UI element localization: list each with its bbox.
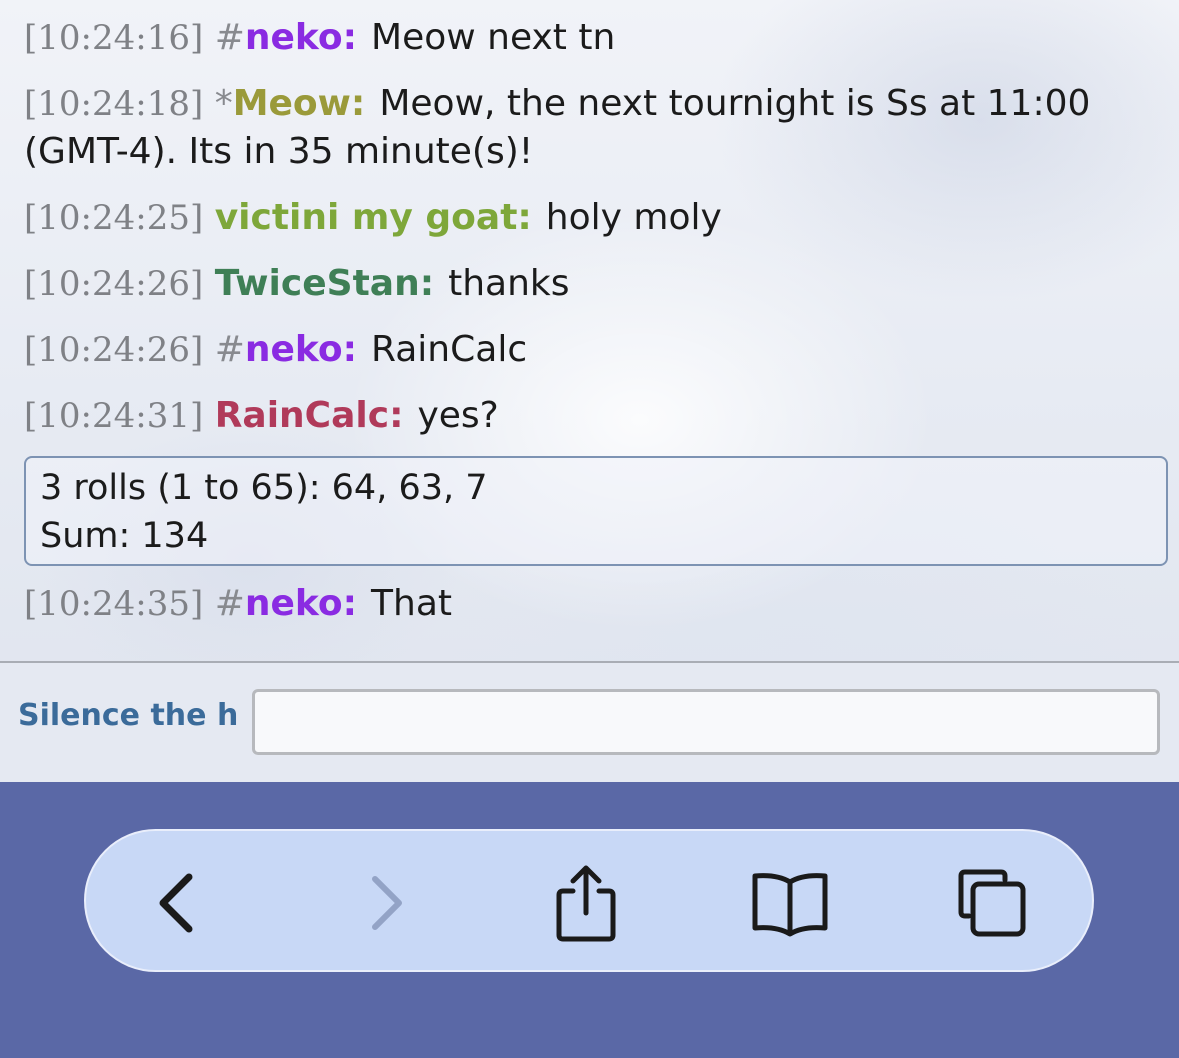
bookmarks-button[interactable] xyxy=(748,861,832,945)
chat-message: [10:24:26] #neko: RainCalc xyxy=(24,326,1156,374)
share-button[interactable] xyxy=(544,861,628,945)
dice-roll-result-box: 3 rolls (1 to 65): 64, 63, 7 Sum: 134 xyxy=(24,456,1168,566)
user-rank-symbol: # xyxy=(214,329,245,370)
roll-sum-line: Sum: 134 xyxy=(40,516,209,556)
message-username[interactable]: victini my goat: xyxy=(215,197,532,238)
chevron-right-icon xyxy=(372,876,402,930)
message-username[interactable]: neko: xyxy=(245,17,357,58)
message-text: That xyxy=(371,583,452,624)
message-username[interactable]: neko: xyxy=(245,583,357,624)
message-text: Meow next tn xyxy=(371,17,616,58)
message-text: thanks xyxy=(448,263,570,304)
message-text: holy moly xyxy=(545,197,722,238)
message-username[interactable]: neko: xyxy=(245,329,357,370)
user-rank-symbol: # xyxy=(214,17,245,58)
message-username[interactable]: RainCalc: xyxy=(215,395,404,436)
chat-message: [10:24:31] RainCalc: yes? xyxy=(24,392,1156,440)
chat-input-label[interactable]: Silence the h xyxy=(18,698,240,733)
message-text: yes? xyxy=(417,395,499,436)
chat-input-row: Silence the h xyxy=(0,663,1179,782)
chat-message-input[interactable] xyxy=(252,689,1160,755)
message-username[interactable]: TwiceStan: xyxy=(215,263,434,304)
message-timestamp: [10:24:26] xyxy=(24,330,204,370)
message-username[interactable]: Meow: xyxy=(233,83,366,124)
message-timestamp: [10:24:35] xyxy=(24,584,204,624)
chat-message: [10:24:26] TwiceStan: thanks xyxy=(24,260,1156,308)
toolbar-pill xyxy=(84,829,1094,972)
chat-message: [10:24:35] #neko: That xyxy=(24,580,1156,628)
chat-message: [10:24:16] #neko: Meow next tn xyxy=(24,14,1156,62)
tabs-button[interactable] xyxy=(950,861,1034,945)
browser-toolbar xyxy=(0,782,1179,1058)
chat-message: [10:24:18] *Meow: Meow, the next tournigh… xyxy=(24,80,1156,176)
book-icon xyxy=(752,873,828,937)
message-timestamp: [10:24:26] xyxy=(24,264,204,304)
user-rank-symbol: * xyxy=(214,83,233,124)
roll-result-line: 3 rolls (1 to 65): 64, 63, 7 xyxy=(40,468,488,508)
message-timestamp: [10:24:16] xyxy=(24,18,204,58)
tabs-icon xyxy=(958,869,1026,937)
share-icon xyxy=(556,865,616,942)
chat-log[interactable]: [10:24:16] #neko: Meow next tn [10:24:18]… xyxy=(24,14,1168,646)
message-text: RainCalc xyxy=(371,329,528,370)
chevron-left-icon xyxy=(159,873,193,933)
message-timestamp: [10:24:18] xyxy=(24,84,204,124)
chat-screen: [10:24:16] #neko: Meow next tn [10:24:18]… xyxy=(0,0,1179,1058)
back-button[interactable] xyxy=(134,861,218,945)
message-timestamp: [10:24:25] xyxy=(24,198,204,238)
forward-button[interactable] xyxy=(344,861,428,945)
chat-message: [10:24:25] victini my goat: holy moly xyxy=(24,194,1156,242)
user-rank-symbol: # xyxy=(214,583,245,624)
message-timestamp: [10:24:31] xyxy=(24,396,204,436)
